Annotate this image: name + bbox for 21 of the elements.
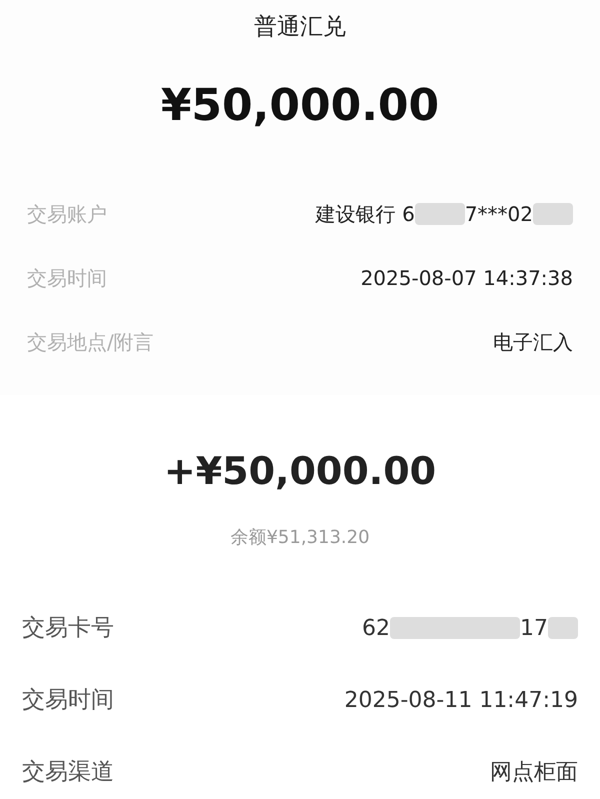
detail-value: 网点柜面 (490, 758, 578, 786)
page-title: 普通汇兑 (254, 13, 346, 42)
blurred-digits (414, 202, 465, 224)
detail-label: 交易渠道 (22, 758, 114, 787)
detail-label: 交易地点/附言 (27, 328, 154, 356)
detail-label: 交易时间 (22, 686, 114, 715)
detail-label: 交易卡号 (22, 614, 114, 643)
amount: +¥50,000.00 (164, 448, 436, 495)
detail-label: 交易时间 (27, 264, 107, 292)
account-value: 62 (362, 614, 390, 642)
detail-value: 2025-08-11 11:47:19 (344, 686, 578, 714)
amount: ¥50,000.00 (160, 78, 440, 132)
account-value: 建设银行 6 (316, 200, 415, 228)
account-value: 17 (520, 614, 548, 642)
account-value: 7***02 (464, 200, 533, 228)
detail-label: 交易账户 (27, 200, 107, 228)
balance: 余额¥51,313.20 (230, 526, 370, 550)
detail-value: 电子汇入 (493, 328, 573, 356)
blurred-digits (548, 617, 578, 639)
blurred-digits (533, 202, 573, 224)
detail-value: 2025-08-07 14:37:38 (360, 264, 573, 292)
